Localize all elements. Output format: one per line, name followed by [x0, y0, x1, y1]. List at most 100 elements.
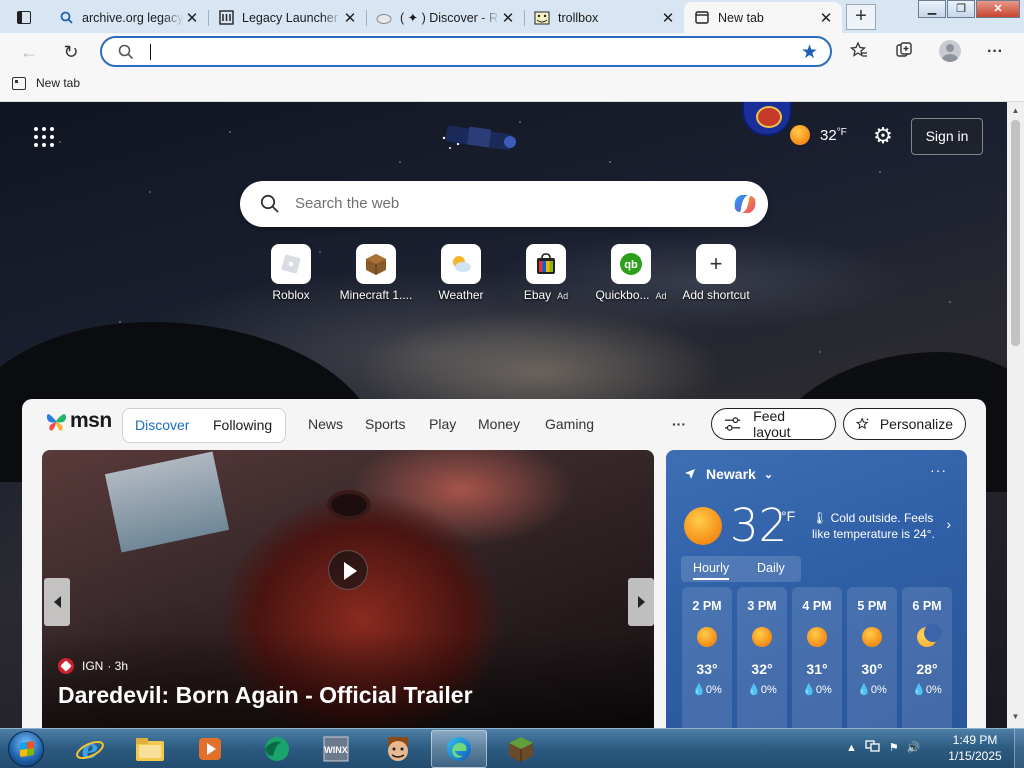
satellite-sprite-icon	[442, 125, 516, 151]
close-tab-icon[interactable]: ✕	[660, 9, 676, 27]
tab-actions-button[interactable]	[6, 4, 42, 30]
show-hidden-icons[interactable]: ▲	[846, 742, 857, 754]
trollface-icon[interactable]	[370, 730, 426, 768]
page-icon	[12, 76, 26, 90]
minecraft-icon[interactable]	[493, 730, 549, 768]
hour-forecast-item: 3 PM 32° 💧0%	[737, 587, 787, 728]
hour-temp: 31°	[806, 661, 828, 677]
network-icon[interactable]	[865, 739, 881, 756]
close-window-button[interactable]: ✕	[976, 0, 1020, 18]
hour-precip: 0%	[705, 684, 722, 696]
roblox-icon	[271, 244, 311, 284]
hero-article-card[interactable]: IGN · 3h Daredevil: Born Again - Officia…	[42, 450, 654, 728]
hour-time: 6 PM	[912, 599, 942, 613]
feed-view-switcher: Discover Following	[122, 408, 286, 443]
new-tab-button[interactable]: +	[846, 4, 876, 30]
copilot-icon[interactable]	[730, 189, 760, 219]
more-nav-button[interactable]: ···	[672, 416, 686, 432]
close-tab-icon[interactable]: ✕	[500, 9, 516, 27]
volume-icon[interactable]: 🔊	[907, 741, 921, 754]
address-bar[interactable]: ★	[100, 36, 832, 67]
app-icon[interactable]	[248, 730, 304, 768]
close-tab-icon[interactable]: ✕	[184, 9, 200, 27]
play-video-button[interactable]	[328, 550, 368, 590]
page-settings-gear-icon[interactable]: ⚙	[872, 125, 894, 147]
tab-trollbox[interactable]: trollbox ✕	[524, 2, 684, 33]
refresh-button[interactable]: ↻	[56, 37, 86, 67]
sun-icon	[684, 507, 722, 545]
quick-link-roblox[interactable]: Roblox	[246, 244, 336, 302]
ebay-bag-icon	[526, 244, 566, 284]
tab-discover[interactable]: Discover	[135, 417, 189, 433]
tab-new-tab[interactable]: New tab ✕	[684, 2, 842, 33]
carousel-prev-button[interactable]	[44, 578, 70, 626]
tab-archive[interactable]: archive.org legacy ✕	[48, 2, 209, 33]
hour-precip: 0%	[925, 684, 942, 696]
quick-link-quickbooks[interactable]: qb Quickbo... Ad	[586, 244, 676, 302]
weather-more-icon[interactable]: ···	[930, 462, 947, 478]
hour-forecast-item: 2 PM 33° 💧0%	[682, 587, 732, 728]
favorite-star-icon[interactable]: ★	[801, 41, 818, 64]
collections-button[interactable]	[889, 37, 919, 67]
weather-card[interactable]: Newark ⌄ ··· 32 °F 🌡 Cold outside. Feels…	[666, 450, 967, 728]
internet-explorer-icon[interactable]: e	[62, 730, 118, 768]
search-placeholder: Search the web	[295, 195, 400, 212]
article-age: · 3h	[107, 659, 129, 673]
apps-launcher-icon[interactable]	[34, 127, 54, 147]
hour-time: 4 PM	[802, 599, 832, 613]
carousel-next-button[interactable]	[628, 578, 654, 626]
weather-location[interactable]: Newark ⌄	[684, 466, 773, 482]
chevron-right-icon[interactable]: ›	[946, 516, 951, 532]
hero-image-detail	[327, 490, 371, 520]
feed-layout-button[interactable]: Feed layout	[711, 408, 836, 440]
favorite-new-tab[interactable]: New tab	[12, 76, 80, 90]
edge-icon[interactable]	[431, 730, 487, 768]
show-desktop-button[interactable]	[1014, 729, 1024, 768]
tab-hourly[interactable]: Hourly	[693, 561, 730, 580]
app-icon[interactable]: WINX	[308, 730, 364, 768]
quick-link-minecraft[interactable]: Minecraft 1....	[331, 244, 421, 302]
profile-avatar[interactable]	[939, 40, 961, 62]
nav-link-play[interactable]: Play	[429, 416, 456, 432]
tab-strip: archive.org legacy ✕ Legacy Launcher ✕ (…	[0, 0, 1024, 34]
tab-title: ( ✦ ) Discover - R	[400, 11, 498, 25]
msn-logo[interactable]: msn	[44, 409, 112, 433]
tab-discover[interactable]: ( ✦ ) Discover - R ✕	[366, 2, 525, 33]
taskbar: e WINX ▲ ⚑ 🔊 1:49 PM 1/15/2025	[0, 728, 1024, 768]
quick-link-ebay[interactable]: Ebay Ad	[501, 244, 591, 302]
action-center-flag-icon[interactable]: ⚑	[889, 741, 899, 754]
settings-more-button[interactable]: ···	[980, 37, 1010, 67]
hour-precip: 0%	[870, 684, 887, 696]
close-tab-icon[interactable]: ✕	[342, 9, 358, 27]
scroll-up-icon[interactable]: ▲	[1007, 106, 1024, 115]
add-shortcut-button[interactable]: + Add shortcut	[671, 244, 761, 302]
sign-in-button[interactable]: Sign in	[911, 118, 983, 155]
scrollbar-thumb[interactable]	[1011, 120, 1020, 346]
system-clock[interactable]: 1:49 PM 1/15/2025	[940, 732, 1010, 764]
favorites-button[interactable]	[844, 37, 874, 67]
media-player-icon[interactable]	[182, 730, 238, 768]
weather-widget[interactable]: 32 °F	[790, 125, 847, 145]
tab-legacy-launcher[interactable]: Legacy Launcher ✕	[208, 2, 367, 33]
minimize-button[interactable]: ▁	[918, 0, 946, 18]
nav-link-gaming[interactable]: Gaming	[545, 416, 594, 432]
nav-link-money[interactable]: Money	[478, 416, 520, 432]
search-icon	[58, 10, 74, 26]
tab-daily[interactable]: Daily	[757, 561, 785, 575]
nav-link-sports[interactable]: Sports	[365, 416, 405, 432]
web-search-box[interactable]: Search the web	[240, 181, 768, 227]
hour-temp: 33°	[696, 661, 718, 677]
personalize-button[interactable]: Personalize	[843, 408, 966, 440]
article-headline[interactable]: Daredevil: Born Again - Official Trailer	[58, 682, 473, 709]
scroll-down-icon[interactable]: ▼	[1007, 712, 1024, 721]
close-tab-icon[interactable]: ✕	[818, 9, 834, 27]
start-button[interactable]	[8, 731, 44, 767]
page-scrollbar[interactable]: ▲ ▼	[1007, 102, 1024, 728]
maximize-button[interactable]: ❐	[947, 0, 975, 18]
file-explorer-icon[interactable]	[122, 730, 178, 768]
quick-link-weather[interactable]: Weather	[416, 244, 506, 302]
location-arrow-icon	[685, 469, 695, 479]
back-button[interactable]: ←	[14, 37, 44, 67]
nav-link-news[interactable]: News	[308, 416, 343, 432]
tab-following[interactable]: Following	[213, 417, 272, 433]
